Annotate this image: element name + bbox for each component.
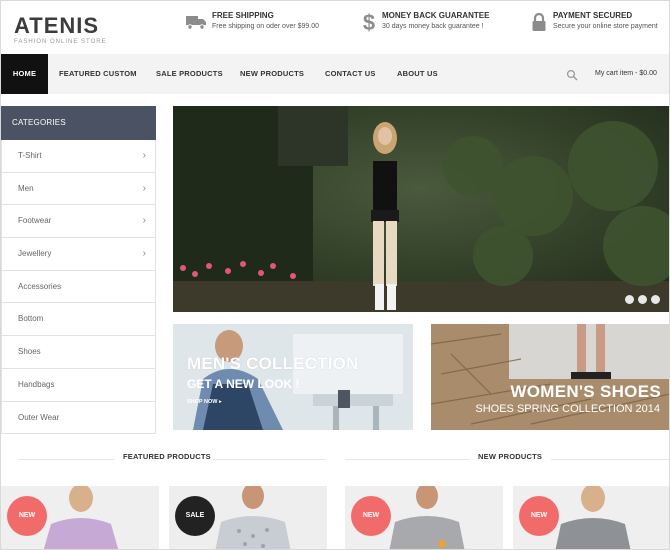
category-label: Shoes bbox=[18, 347, 41, 357]
mens-collection-banner[interactable]: MEN'S COLLECTION GET A NEW LOOK ! SHOP N… bbox=[173, 324, 413, 430]
product-card[interactable]: NEW bbox=[345, 486, 503, 549]
search-icon[interactable] bbox=[566, 68, 578, 81]
new-products-heading: NEW PRODUCTS bbox=[341, 452, 669, 466]
category-label: Handbags bbox=[18, 379, 55, 389]
feature-desc: Free shipping on oder over $99.00 bbox=[212, 23, 320, 30]
nav-about-us[interactable]: ABOUT US bbox=[397, 54, 438, 94]
slider-dot[interactable] bbox=[638, 295, 647, 304]
dollar-icon: $ bbox=[361, 10, 377, 34]
chevron-right-icon: › bbox=[142, 150, 146, 161]
category-label: Footwear bbox=[18, 216, 52, 226]
nav-new-products[interactable]: NEW PRODUCTS bbox=[240, 54, 304, 94]
divider bbox=[19, 459, 114, 460]
nav-contact-us[interactable]: CONTACT US bbox=[325, 54, 376, 94]
product-badge: NEW bbox=[7, 496, 47, 536]
badge-label: NEW bbox=[18, 512, 36, 519]
hero-image bbox=[173, 106, 669, 312]
lock-icon bbox=[530, 11, 548, 33]
banner-subtitle: GET A NEW LOOK ! bbox=[187, 377, 300, 391]
category-item[interactable]: Handbags bbox=[1, 368, 156, 402]
category-item[interactable]: Men › bbox=[1, 172, 156, 206]
feature-desc: Secure your online store payment bbox=[553, 23, 658, 30]
feature-payment-secured: PAYMENT SECURED Secure your online store… bbox=[530, 11, 658, 33]
category-item[interactable]: Bottom bbox=[1, 303, 156, 337]
section-title: FEATURED PRODUCTS bbox=[123, 452, 211, 461]
banner-title: MEN'S COLLECTION bbox=[187, 354, 359, 373]
category-label: Bottom bbox=[18, 314, 44, 324]
main-nav: HOME FEATURED CUSTOM SALE PRODUCTS NEW P… bbox=[1, 54, 669, 94]
truck-icon bbox=[185, 11, 207, 33]
brand-tagline: FASHION ONLINE STORE bbox=[14, 39, 107, 45]
product-card[interactable]: NEW bbox=[513, 486, 669, 549]
divider bbox=[551, 459, 669, 460]
nav-featured-custom[interactable]: FEATURED CUSTOM bbox=[59, 54, 137, 94]
badge-label: NEW bbox=[362, 512, 380, 519]
shop-now-label: SHOP NOW bbox=[187, 399, 218, 405]
slider-dot[interactable] bbox=[651, 295, 660, 304]
hero-slider[interactable] bbox=[173, 106, 669, 312]
product-badge: SALE bbox=[175, 496, 215, 536]
category-item[interactable]: Jewellery › bbox=[1, 238, 156, 271]
category-item[interactable]: Accessories bbox=[1, 270, 156, 304]
feature-free-shipping: FREE SHIPPING Free shipping on oder over… bbox=[185, 11, 319, 33]
cart-link[interactable]: My cart item - $0.00 bbox=[595, 54, 657, 94]
category-item[interactable]: Footwear › bbox=[1, 205, 156, 239]
feature-title: MONEY BACK GUARANTEE bbox=[382, 11, 490, 20]
featured-products-heading: FEATURED PRODUCTS bbox=[1, 452, 331, 466]
category-label: T-Shirt bbox=[18, 151, 42, 160]
svg-text:$: $ bbox=[363, 10, 375, 34]
product-badge: NEW bbox=[519, 496, 559, 536]
feature-money-back: $ MONEY BACK GUARANTEE 30 days money bac… bbox=[361, 10, 490, 34]
nav-sale-products[interactable]: SALE PRODUCTS bbox=[156, 54, 223, 94]
section-title: NEW PRODUCTS bbox=[478, 452, 543, 461]
category-item[interactable]: T-Shirt › bbox=[1, 140, 156, 173]
category-label: Men bbox=[18, 183, 34, 193]
nav-home[interactable]: HOME bbox=[1, 54, 48, 94]
banner-title: WOMEN'S SHOES bbox=[510, 382, 661, 401]
categories-title: CATEGORIES bbox=[1, 106, 156, 140]
product-card[interactable]: NEW bbox=[1, 486, 159, 549]
product-card[interactable]: SALE bbox=[169, 486, 327, 549]
chevron-right-icon: › bbox=[142, 182, 146, 194]
category-label: Jewellery bbox=[18, 249, 52, 259]
feature-desc: 30 days money back guarantee ! bbox=[382, 23, 484, 30]
badge-label: SALE bbox=[185, 512, 205, 519]
slider-dot[interactable] bbox=[625, 295, 634, 304]
page: ATENIS FASHION ONLINE STORE FREE SHIPPIN… bbox=[0, 0, 670, 550]
divider bbox=[345, 459, 469, 460]
shop-now-link[interactable]: SHOP NOW ▸ bbox=[187, 399, 222, 405]
category-label: Accessories bbox=[18, 281, 62, 291]
feature-title: FREE SHIPPING bbox=[212, 11, 274, 20]
divider bbox=[213, 459, 325, 460]
feature-title: PAYMENT SECURED bbox=[553, 11, 633, 20]
categories-sidebar: CATEGORIES T-Shirt › Men › Footwear › Jewel… bbox=[1, 106, 156, 435]
arrow-right-icon: ▸ bbox=[219, 399, 222, 405]
chevron-right-icon: › bbox=[142, 215, 146, 227]
category-item[interactable]: Outer Wear bbox=[1, 401, 156, 435]
product-badge: NEW bbox=[351, 496, 391, 536]
slider-dots bbox=[625, 295, 660, 304]
brand-name: ATENIS bbox=[14, 13, 100, 38]
chevron-right-icon: › bbox=[142, 248, 146, 260]
womens-shoes-banner[interactable]: WOMEN'S SHOES SHOES SPRING COLLECTION 20… bbox=[431, 324, 669, 430]
logo[interactable]: ATENIS FASHION ONLINE STORE bbox=[14, 13, 107, 46]
banner-subtitle: SHOES SPRING COLLECTION 2014 bbox=[475, 403, 660, 415]
category-label: Outer Wear bbox=[18, 412, 60, 422]
category-item[interactable]: Shoes bbox=[1, 336, 156, 369]
badge-label: NEW bbox=[530, 512, 548, 519]
